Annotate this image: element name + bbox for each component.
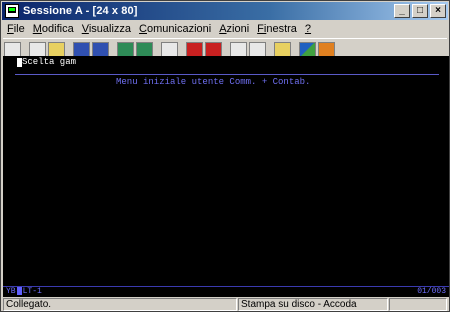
menu-visualizza[interactable]: Visualizza	[78, 23, 135, 35]
globe-icon[interactable]	[299, 41, 316, 57]
title-bar[interactable]: Sessione A - [24 x 80] _ □ ×	[2, 2, 448, 20]
send-file-icon[interactable]	[73, 41, 90, 57]
minimize-button[interactable]: _	[394, 4, 410, 18]
terminal-screen[interactable]: Scelta gam Menu iniziale utente Comm. + …	[3, 56, 449, 286]
menu-modifica[interactable]: Modifica	[29, 23, 78, 35]
window-controls: _ □ ×	[392, 4, 446, 18]
menu-bar: File Modifica Visualizza Comunicazioni A…	[3, 21, 315, 37]
emulator-window: Sessione A - [24 x 80] _ □ × File Modifi…	[0, 0, 450, 312]
paste-icon[interactable]	[48, 41, 65, 57]
menu-finestra[interactable]: Finestra	[253, 23, 301, 35]
display-icon[interactable]	[117, 41, 134, 57]
cursor-position: 01/003	[417, 287, 446, 296]
clipboard-icon[interactable]	[274, 41, 291, 57]
status-extra	[389, 298, 447, 311]
oia-indicators: YB LT-1	[6, 287, 42, 296]
macro-icon[interactable]	[161, 41, 178, 57]
separator-line	[15, 74, 439, 75]
receive-file-icon[interactable]	[92, 41, 109, 57]
oia-divider	[3, 286, 449, 287]
operator-info-area: YB LT-1 01/003	[3, 286, 449, 297]
command-line-text: Scelta gam	[22, 57, 77, 67]
menu-help[interactable]: ?	[301, 23, 315, 35]
connection-status: Collegato.	[3, 298, 237, 311]
menu-comunicazioni[interactable]: Comunicazioni	[135, 23, 215, 35]
help-icon[interactable]	[318, 41, 335, 57]
keyboard-icon[interactable]	[136, 41, 153, 57]
status-bar: Collegato. Stampa su disco - Accoda	[3, 298, 449, 312]
close-button[interactable]: ×	[430, 4, 446, 18]
terminal-app-icon[interactable]	[5, 4, 19, 18]
menu-file[interactable]: File	[3, 23, 29, 35]
record-macro-icon[interactable]	[186, 41, 203, 57]
stop-macro-icon[interactable]	[205, 41, 222, 57]
window-title: Sessione A - [24 x 80]	[23, 5, 138, 17]
play-macro-icon[interactable]	[230, 41, 247, 57]
play-icon[interactable]	[249, 41, 266, 57]
menu-azioni[interactable]: Azioni	[215, 23, 253, 35]
maximize-button[interactable]: □	[412, 4, 428, 18]
copy-icon[interactable]	[29, 41, 46, 57]
print-status: Stampa su disco - Accoda	[238, 298, 388, 311]
print-screen-icon[interactable]	[4, 41, 21, 57]
oia-marker	[16, 287, 22, 295]
screen-heading: Menu iniziale utente Comm. + Contab.	[116, 77, 311, 87]
